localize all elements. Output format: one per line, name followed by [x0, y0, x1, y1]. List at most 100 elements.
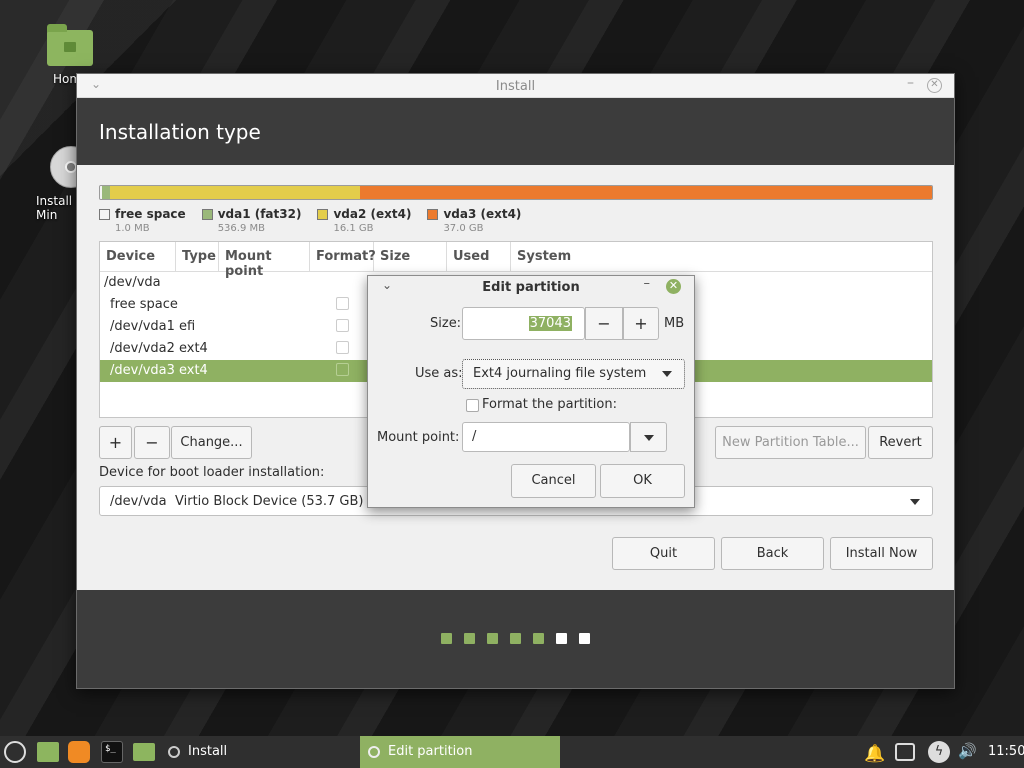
dialog-title: Edit partition: [482, 280, 579, 295]
progress-dot: [441, 633, 452, 644]
column-used[interactable]: Used: [447, 242, 511, 271]
taskbar: $_ Install Edit partition 🔔 ϟ 🔊 11:50: [0, 736, 1024, 768]
progress-dot: [464, 633, 475, 644]
chevron-down-icon: [910, 499, 920, 505]
use-as-label: Use as:: [415, 366, 463, 381]
dialog-close-icon[interactable]: ✕: [666, 279, 681, 294]
legend-item: vda1 (fat32) 536.9 MB: [202, 207, 302, 234]
mint-menu-icon[interactable]: [4, 741, 26, 763]
window-title: Install: [77, 79, 954, 94]
legend-size: 37.0 GB: [443, 223, 521, 234]
task-install[interactable]: Install: [160, 736, 350, 768]
chevron-down-icon: [662, 371, 672, 377]
cell-device: /dev/vda1: [110, 319, 175, 334]
table-header: Device Type Mount point Format? Size Use…: [100, 242, 932, 272]
back-button[interactable]: Back: [721, 537, 824, 570]
progress-dot: [556, 633, 567, 644]
folder-icon: [47, 30, 93, 66]
format-checkbox[interactable]: [336, 341, 349, 354]
ok-button[interactable]: OK: [600, 464, 685, 498]
column-size[interactable]: Size: [374, 242, 447, 271]
minimize-icon[interactable]: –: [907, 75, 914, 91]
new-partition-table-button[interactable]: New Partition Table...: [715, 426, 866, 459]
firefox-icon[interactable]: [68, 741, 90, 763]
legend-name: vda1 (fat32): [218, 207, 302, 221]
cell-device: /dev/vda2: [110, 341, 175, 356]
partition-legend: free space1.0 MB vda1 (fat32) 536.9 MB vda2…: [99, 207, 521, 234]
legend-name: vda3 (ext4): [443, 207, 521, 221]
column-device[interactable]: Device: [100, 242, 176, 271]
legend-size: 536.9 MB: [218, 223, 302, 234]
legend-item: free space1.0 MB: [99, 207, 186, 234]
footer: [77, 590, 954, 688]
mount-point-value: /: [472, 429, 476, 444]
dialog-titlebar[interactable]: ⌄ Edit partition – ✕: [368, 276, 694, 298]
column-type[interactable]: Type: [176, 242, 219, 271]
size-increment-button[interactable]: +: [623, 307, 659, 340]
quit-button[interactable]: Quit: [612, 537, 715, 570]
dialog-minimize-icon[interactable]: –: [644, 276, 651, 291]
cancel-button[interactable]: Cancel: [511, 464, 596, 498]
legend-swatch: [202, 209, 213, 220]
progress-dot: [579, 633, 590, 644]
change-partition-button[interactable]: Change...: [171, 426, 252, 459]
install-now-button[interactable]: Install Now: [830, 537, 933, 570]
format-label[interactable]: Format the partition:: [482, 397, 617, 412]
legend-item: vda2 (ext4) 16.1 GB: [317, 207, 411, 234]
mount-point-label: Mount point:: [377, 430, 459, 445]
size-unit: MB: [664, 316, 684, 331]
legend-swatch: [427, 209, 438, 220]
cell-device: free space: [110, 297, 178, 312]
format-checkbox[interactable]: [336, 319, 349, 332]
clock[interactable]: 11:50: [988, 744, 1024, 768]
format-checkbox[interactable]: [336, 363, 349, 376]
disc-icon: [368, 746, 380, 758]
edit-partition-dialog: ⌄ Edit partition – ✕ Size: 37043 − + MB …: [367, 275, 695, 508]
files-icon[interactable]: [133, 743, 155, 761]
legend-name: vda2 (ext4): [333, 207, 411, 221]
size-field[interactable]: 37043: [462, 307, 585, 340]
format-checkbox[interactable]: [466, 399, 479, 412]
column-system[interactable]: System: [511, 242, 932, 271]
close-icon[interactable]: ✕: [927, 78, 942, 93]
bootloader-description: Virtio Block Device (53.7 GB): [175, 494, 363, 509]
size-value: 37043: [529, 316, 572, 331]
remove-partition-button[interactable]: −: [134, 426, 170, 459]
cell-device: /dev/vda: [104, 275, 161, 290]
task-install-label: Install: [188, 744, 227, 759]
progress-dot: [510, 633, 521, 644]
column-format[interactable]: Format?: [310, 242, 374, 271]
show-desktop-icon[interactable]: [37, 742, 59, 762]
revert-button[interactable]: Revert: [868, 426, 933, 459]
size-decrement-button[interactable]: −: [585, 307, 623, 340]
legend-item: vda3 (ext4) 37.0 GB: [427, 207, 521, 234]
dialog-menu-icon[interactable]: ⌄: [382, 278, 392, 292]
window-titlebar[interactable]: ⌄ Install – ✕: [77, 74, 954, 98]
volume-icon[interactable]: 🔊: [958, 742, 977, 768]
terminal-icon[interactable]: $_: [101, 741, 123, 763]
disc-icon: [168, 746, 180, 758]
partition-segment: [110, 186, 360, 199]
cell-device: /dev/vda3: [110, 363, 175, 378]
mount-point-field[interactable]: /: [462, 422, 630, 452]
chevron-down-icon: [644, 435, 654, 441]
column-mount-point[interactable]: Mount point: [219, 242, 310, 271]
legend-swatch: [99, 209, 110, 220]
add-partition-button[interactable]: +: [99, 426, 132, 459]
partition-segment: [102, 186, 110, 199]
legend-swatch: [317, 209, 328, 220]
cell-type: efi: [179, 319, 195, 334]
use-as-select[interactable]: Ext4 journaling file system: [462, 359, 685, 389]
size-label: Size:: [430, 316, 461, 331]
page-title: Installation type: [77, 98, 954, 165]
mount-point-dropdown-button[interactable]: [630, 422, 667, 452]
legend-size: 16.1 GB: [333, 223, 411, 234]
task-edit-partition[interactable]: Edit partition: [360, 736, 560, 768]
notifications-icon[interactable]: 🔔: [864, 744, 885, 768]
progress-dot: [533, 633, 544, 644]
workspace-icon[interactable]: [895, 743, 915, 761]
power-icon[interactable]: ϟ: [928, 741, 950, 763]
format-checkbox[interactable]: [336, 297, 349, 310]
cell-type: ext4: [179, 363, 208, 378]
progress-dots: [441, 633, 590, 644]
